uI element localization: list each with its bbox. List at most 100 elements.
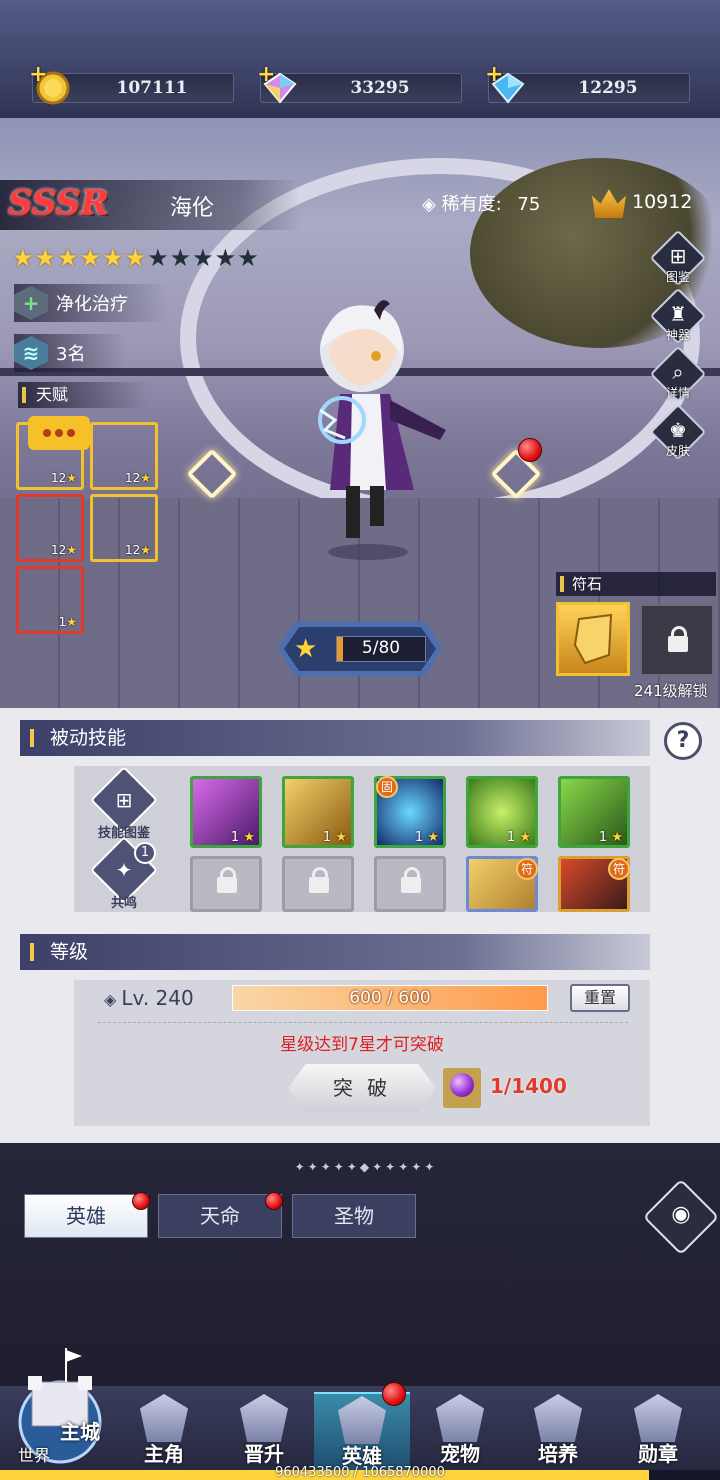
nav-promotion[interactable]: 晋升 bbox=[216, 1392, 312, 1472]
talent-label: 天赋 bbox=[18, 382, 148, 408]
promotion-icon bbox=[240, 1394, 288, 1442]
gold-resource[interactable]: + 107111 bbox=[29, 62, 234, 105]
breakthrough-button[interactable]: 突 破 bbox=[288, 1064, 436, 1112]
hero-character[interactable] bbox=[290, 290, 460, 560]
passive-skill-card[interactable]: 1 ★ bbox=[282, 776, 354, 848]
lock-icon bbox=[309, 867, 329, 893]
fixed-badge: 固 bbox=[376, 776, 398, 798]
rune-slot[interactable] bbox=[556, 602, 630, 676]
passive-skill-card[interactable]: 1 ★ bbox=[466, 776, 538, 848]
talent-card[interactable]: 12★ bbox=[90, 494, 158, 562]
locked-skill-slot[interactable] bbox=[374, 856, 446, 912]
add-gold-icon[interactable]: + bbox=[29, 62, 47, 87]
tab-relic[interactable]: 圣物 bbox=[292, 1194, 416, 1238]
star-empty-icon: ★ bbox=[147, 244, 170, 272]
blue-diamond-resource[interactable]: + 12295 bbox=[485, 62, 690, 104]
xp-text: 600 / 600 bbox=[349, 988, 431, 1008]
add-blue-diamond-icon[interactable]: + bbox=[485, 62, 503, 87]
nav-medal[interactable]: 勋章 bbox=[610, 1392, 706, 1472]
rainbow-diamond-resource[interactable]: + 33295 bbox=[257, 62, 462, 104]
divider bbox=[98, 1022, 628, 1023]
codex-button[interactable]: ⊞ 图鉴 bbox=[649, 229, 707, 292]
divider-ornament: ✦✦✦✦✦◆✦✦✦✦✦ bbox=[294, 1160, 438, 1174]
role-tag: + 净化治疗 bbox=[14, 284, 168, 322]
locked-skill-slot[interactable] bbox=[190, 856, 262, 912]
helmet-icon bbox=[338, 1396, 386, 1444]
tab-destiny[interactable]: 天命 bbox=[158, 1194, 282, 1238]
world-label: 世界 bbox=[18, 1446, 51, 1465]
star-filled-icon: ★ bbox=[79, 244, 103, 272]
heal-cross-icon: + bbox=[14, 286, 48, 320]
add-rainbow-diamond-icon[interactable]: + bbox=[257, 62, 275, 87]
nav-protagonist[interactable]: 主角 bbox=[116, 1392, 212, 1472]
codex-label: 图鉴 bbox=[665, 270, 690, 284]
codex-icon: ⊞ bbox=[669, 244, 687, 268]
artifact-icon: ♜ bbox=[669, 302, 687, 326]
medal-icon bbox=[634, 1394, 682, 1442]
nav-label: 晋升 bbox=[244, 1442, 284, 1466]
locked-skill-slot[interactable] bbox=[282, 856, 354, 912]
nav-cultivate[interactable]: 培养 bbox=[510, 1392, 606, 1472]
nav-label: 主角 bbox=[144, 1442, 184, 1466]
rune-badge: 符 bbox=[516, 858, 538, 880]
power-info: 10912 bbox=[592, 186, 692, 218]
star-empty-icon: ★ bbox=[237, 244, 260, 272]
rune-stone-icon bbox=[573, 613, 613, 665]
star-empty-icon: ★ bbox=[169, 244, 193, 272]
details-button[interactable]: ⌕ 详情 bbox=[649, 345, 707, 408]
rarity-tag: SSSR bbox=[8, 183, 109, 223]
rarity-label: 稀有度: bbox=[441, 194, 502, 215]
crown-icon bbox=[592, 189, 626, 218]
level-text: ◈ Lv. 240 bbox=[104, 986, 194, 1010]
role-label: 净化治疗 bbox=[56, 294, 128, 315]
magnifier-icon: ⌕ bbox=[672, 360, 684, 384]
passive-skill-card[interactable]: 1 ★ bbox=[190, 776, 262, 848]
wind-icon: ≋ bbox=[14, 336, 48, 370]
level-header: 等级 bbox=[20, 934, 650, 970]
resonance-label: 共鸣 bbox=[110, 896, 137, 911]
talent-level: 12 bbox=[50, 471, 67, 485]
eye-icon: ◉ bbox=[671, 1202, 691, 1227]
talent-level: 12 bbox=[50, 543, 67, 557]
talent-card[interactable]: 12★ bbox=[90, 422, 158, 490]
talent-level: 12 bbox=[124, 543, 141, 557]
star-up-icon: ★ bbox=[294, 634, 318, 664]
lock-icon bbox=[401, 867, 421, 893]
blue-diamond-value: 12295 bbox=[578, 78, 638, 98]
nav-label: 勋章 bbox=[638, 1442, 678, 1466]
rank-tag[interactable]: ≋ 3名 bbox=[14, 334, 126, 372]
main-city-button[interactable]: 主城 世界 bbox=[6, 1346, 114, 1465]
help-button[interactable]: ? bbox=[664, 722, 702, 760]
talent-card[interactable]: 1★ bbox=[16, 566, 84, 634]
skill-level: 1 bbox=[414, 830, 424, 845]
tab-hero[interactable]: 英雄 bbox=[24, 1194, 148, 1238]
rune-badge: 符 bbox=[608, 858, 630, 880]
talent-card[interactable]: 12★ bbox=[16, 494, 84, 562]
star-progress[interactable]: ★ 5/80 bbox=[278, 622, 442, 676]
main-city-label: 主城 bbox=[60, 1420, 100, 1444]
hero-name: 海伦 bbox=[170, 196, 215, 221]
skill-level: 1 bbox=[506, 830, 516, 845]
skill-level: 1 bbox=[598, 830, 608, 845]
artifact-button[interactable]: ♜ 神器 bbox=[649, 287, 707, 350]
star-progress-text: 5/80 bbox=[361, 638, 401, 658]
reset-button[interactable]: 重置 bbox=[570, 984, 630, 1012]
chat-bubble-icon[interactable] bbox=[28, 416, 90, 450]
skill-level: 1 bbox=[230, 830, 240, 845]
skill-codex-button[interactable]: ⊞ 技能图鉴 bbox=[90, 766, 158, 841]
notification-dot bbox=[518, 438, 542, 462]
passive-skill-card[interactable]: 1 ★ bbox=[558, 776, 630, 848]
notification-dot bbox=[132, 1192, 150, 1210]
power-value: 10912 bbox=[632, 191, 693, 213]
nav-pet[interactable]: 宠物 bbox=[412, 1392, 508, 1472]
rune-slot-locked[interactable] bbox=[640, 604, 714, 676]
skill-level: 1 bbox=[322, 830, 332, 845]
level-value: Lv. 240 bbox=[121, 986, 194, 1010]
star-empty-icon: ★ bbox=[192, 244, 215, 272]
level-diamond-icon: ◈ bbox=[104, 990, 122, 1009]
notification-dot bbox=[382, 1382, 406, 1406]
artifact-label: 神器 bbox=[665, 328, 690, 342]
rarity-value: 75 bbox=[517, 194, 541, 215]
skin-button[interactable]: ♚ 皮肤 bbox=[649, 403, 707, 466]
rainbow-diamond-value: 33295 bbox=[350, 78, 410, 98]
